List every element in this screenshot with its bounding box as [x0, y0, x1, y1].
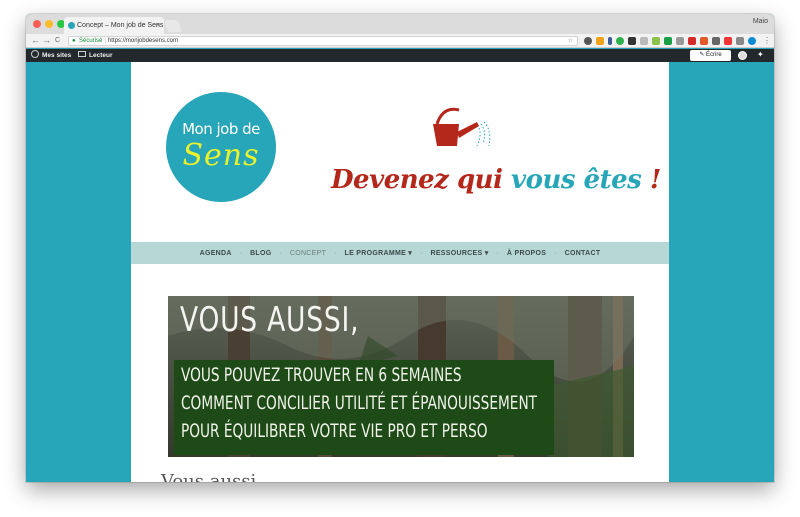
cursor-ext-icon[interactable] — [628, 37, 636, 45]
nav-separator: · — [420, 249, 423, 257]
main-navigation: AGENDA · BLOG · CONCEPT · LE PROGRAMME ▾… — [131, 242, 669, 264]
facebook-ext-icon[interactable] — [608, 37, 612, 45]
minimize-window-button[interactable] — [45, 20, 53, 28]
nav-separator: · — [279, 249, 282, 257]
nav-ressources[interactable]: RESSOURCES ▾ — [430, 249, 488, 257]
page-ext-icon[interactable] — [640, 37, 648, 45]
nav-agenda[interactable]: AGENDA — [200, 250, 232, 257]
site-page: Mon job de Sens Devenez qui vous êtes ! … — [131, 62, 669, 482]
nav-separator: · — [239, 249, 243, 257]
site-logo[interactable]: Mon job de Sens — [166, 92, 276, 202]
tab-close-icon[interactable]: × — [156, 17, 160, 34]
browser-tab[interactable]: Concept – Mon job de Sens × — [64, 17, 164, 34]
leaf-ext-icon[interactable] — [652, 37, 660, 45]
url-text: https://monjobdesens.com — [107, 38, 178, 44]
back-button[interactable]: ← — [31, 35, 40, 46]
reader-icon — [78, 51, 86, 58]
tab-strip: Concept – Mon job de Sens × Maio — [26, 14, 774, 34]
banner-line-2: COMMENT CONCILIER UTILITÉ ET ÉPANOUISSEM… — [181, 392, 538, 414]
tagline-part-1: Devenez qui — [331, 165, 512, 195]
nav-separator: · — [496, 249, 499, 257]
chrome-ext-icon[interactable] — [616, 37, 624, 45]
content-heading: Vous aussi, — [161, 471, 263, 482]
notifications-icon[interactable]: ✦ — [757, 50, 764, 59]
nav-a-propos[interactable]: À PROPOS — [507, 250, 546, 257]
nav-separator: · — [554, 249, 557, 257]
nav-separator: · — [334, 249, 337, 257]
blue-ext-icon[interactable] — [748, 37, 756, 45]
wp-admin-bar: Mes sites Lecteur ✎ Écrire ✦ — [26, 49, 774, 62]
nav-concept[interactable]: CONCEPT — [290, 250, 326, 257]
close-window-button[interactable] — [33, 20, 41, 28]
forward-button[interactable]: → — [42, 35, 51, 46]
logo-bottom-text: Sens — [182, 138, 260, 173]
arrow-ext-icon[interactable] — [700, 37, 708, 45]
wordpress-ext-icon[interactable] — [584, 37, 592, 45]
reader-label: Lecteur — [89, 52, 113, 59]
banner-line-1: VOUS POUVEZ TROUVER EN 6 SEMAINES — [181, 364, 462, 386]
avatar[interactable] — [738, 51, 747, 60]
nav-blog[interactable]: BLOG — [250, 250, 271, 257]
secure-label: Sécurisé — [79, 38, 103, 44]
green-ext-icon[interactable] — [664, 37, 672, 45]
nav-contact[interactable]: CONTACT — [565, 250, 601, 257]
bookmark-star-icon[interactable]: ☆ — [568, 37, 573, 46]
browser-window: Concept – Mon job de Sens × Maio ← → C ●… — [26, 14, 774, 482]
browser-toolbar: ← → C ● Sécurisé | https://monjobdesens.co… — [26, 34, 774, 48]
red-ext-icon[interactable] — [688, 37, 696, 45]
tagline-part-3: ! — [641, 165, 661, 195]
new-tab-button[interactable] — [163, 20, 183, 32]
grid-ext-icon[interactable] — [676, 37, 684, 45]
camera-ext-icon[interactable] — [712, 37, 720, 45]
logo-top-text: Mon job de — [182, 120, 260, 138]
site-tagline: Devenez qui vous êtes ! — [331, 165, 661, 195]
tab-title: Concept – Mon job de Sens — [77, 22, 164, 29]
favicon-icon — [68, 22, 75, 29]
wordpress-icon — [31, 50, 39, 59]
reader-link[interactable]: Lecteur — [78, 49, 112, 62]
pinterest-ext-icon[interactable] — [724, 37, 732, 45]
banner-headline: VOUS AUSSI, — [180, 300, 360, 340]
menu-kebab-icon[interactable]: ⋮ — [763, 35, 771, 46]
banner-line-3: POUR ÉQUILIBRER VOTRE VIE PRO ET PERSO — [181, 420, 488, 442]
write-button[interactable]: ✎ Écrire — [690, 50, 731, 61]
tagline-part-2: vous êtes — [511, 165, 642, 195]
hero-banner: VOUS AUSSI, VOUS POUVEZ TROUVER EN 6 SEM… — [168, 296, 634, 457]
watering-can-icon — [433, 107, 491, 147]
address-bar[interactable]: ● Sécurisé | https://monjobdesens.com ☆ — [68, 36, 578, 46]
my-sites-label: Mes sites — [42, 52, 72, 59]
fire-ext-icon[interactable] — [596, 37, 604, 45]
grey-ext-icon[interactable] — [736, 37, 744, 45]
profile-name[interactable]: Maio — [753, 18, 768, 25]
reload-button[interactable]: C — [55, 35, 60, 46]
lock-icon: ● — [72, 38, 76, 44]
my-sites-link[interactable]: Mes sites — [31, 49, 71, 62]
write-label: Écrire — [706, 52, 722, 58]
nav-le-programme[interactable]: LE PROGRAMME ▾ — [345, 249, 413, 257]
